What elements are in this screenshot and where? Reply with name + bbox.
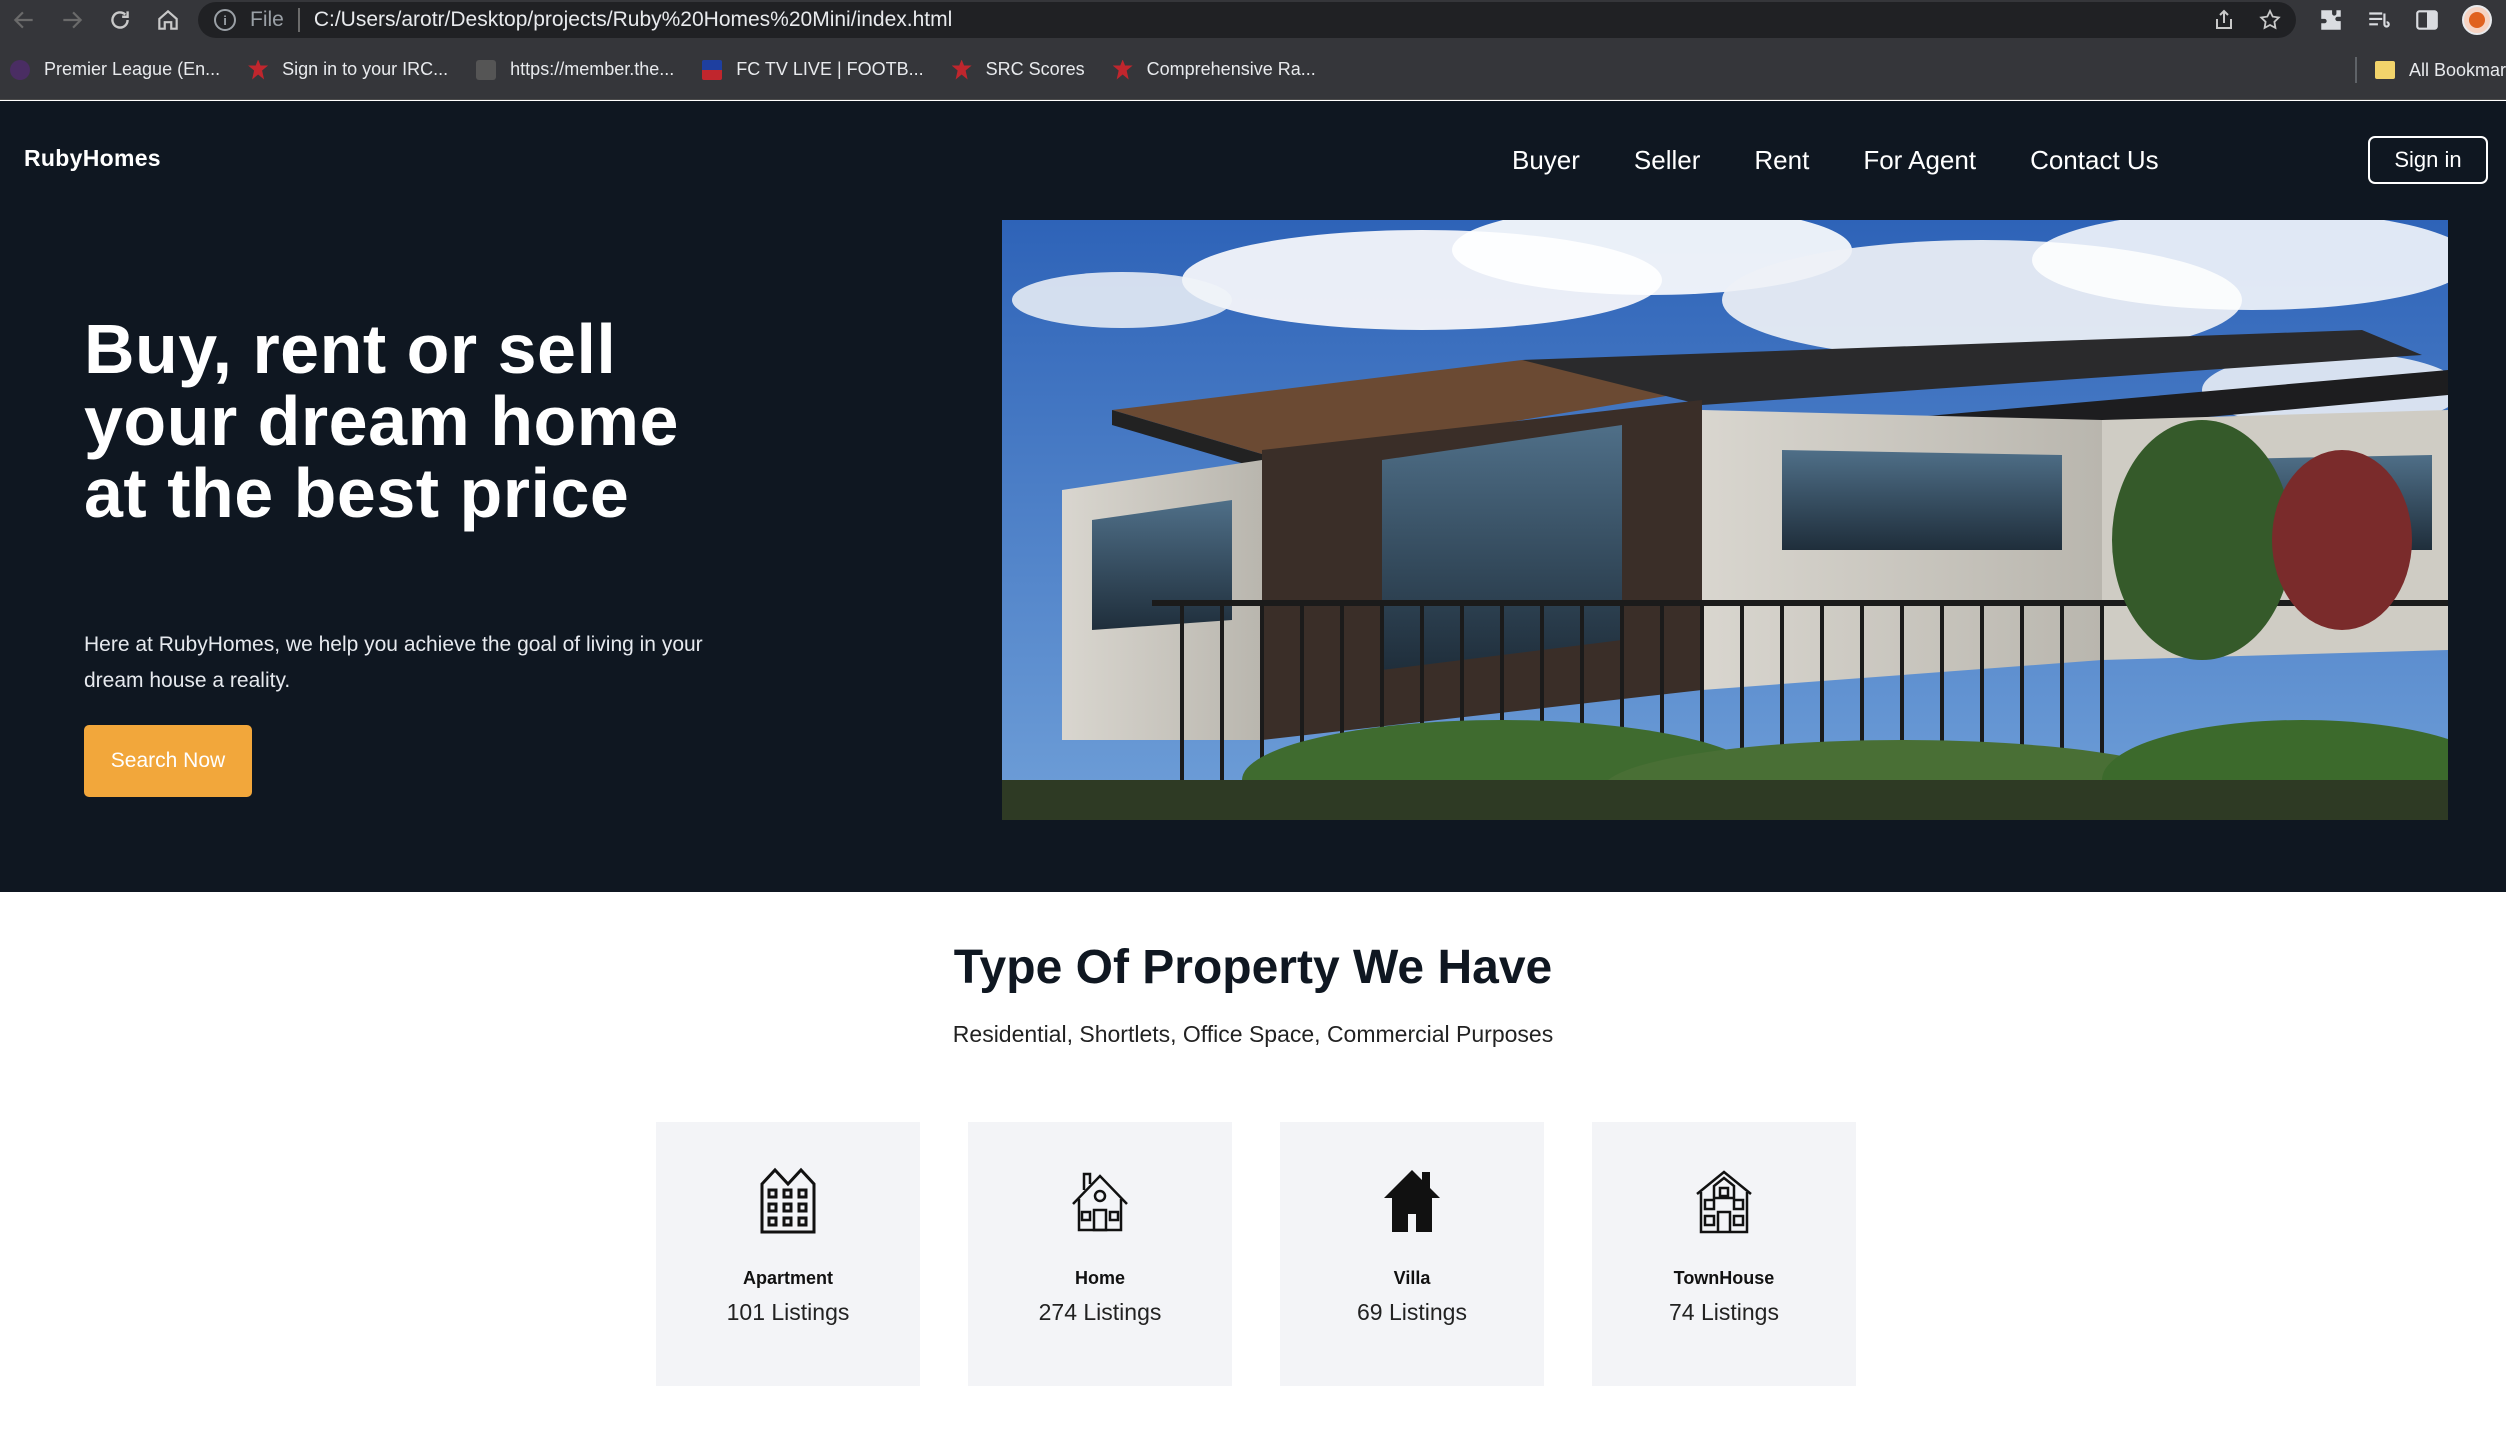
bookmark-item[interactable]: Comprehensive Ra... xyxy=(1112,59,1316,80)
section-title: Type Of Property We Have xyxy=(953,941,1553,994)
property-card-apartment[interactable]: Apartment 101 Listings xyxy=(656,1122,920,1386)
address-scheme-label: File xyxy=(250,8,284,31)
bookmark-label: Sign in to your IRC... xyxy=(282,59,449,79)
maple-leaf-icon xyxy=(248,59,269,80)
home-icon xyxy=(158,9,178,30)
card-listing-count: 274 Listings xyxy=(1038,1299,1162,1325)
side-panel-icon[interactable] xyxy=(2414,7,2440,33)
card-title: Villa xyxy=(1393,1268,1431,1288)
bookmark-label: Comprehensive Ra... xyxy=(1146,59,1316,79)
nav-link-seller[interactable]: Seller xyxy=(1634,145,1700,176)
share-icon[interactable] xyxy=(2212,8,2236,32)
hero-section: RubyHomes Buyer Seller Rent For Agent Co… xyxy=(0,101,2506,892)
section-subtitle: Residential, Shortlets, Office Space, Co… xyxy=(952,1021,1554,1047)
property-card-villa[interactable]: Villa 69 Listings xyxy=(1280,1122,1544,1386)
bookmark-item[interactable]: FC TV LIVE | FOOTB... xyxy=(702,59,924,80)
townhouse-icon xyxy=(1694,1166,1754,1234)
address-actions xyxy=(2212,2,2282,38)
property-card-townhouse[interactable]: TownHouse 74 Listings xyxy=(1592,1122,1856,1386)
sign-in-button[interactable]: Sign in xyxy=(2368,136,2488,184)
arrow-left-icon xyxy=(13,11,33,29)
card-listing-count: 69 Listings xyxy=(1357,1299,1467,1325)
maple-leaf-icon xyxy=(1112,59,1133,80)
folder-icon xyxy=(2374,61,2395,79)
hero-house-image xyxy=(1002,220,2448,820)
profile-avatar[interactable] xyxy=(2462,5,2492,35)
bookmark-label: Premier League (En... xyxy=(44,59,221,79)
bookmark-label: SRC Scores xyxy=(985,59,1085,79)
property-card-home[interactable]: Home 274 Listings xyxy=(968,1122,1232,1386)
address-bar[interactable]: i File C:/Users/arotr/Desktop/projects/R… xyxy=(198,2,2296,38)
extensions-icon[interactable] xyxy=(2318,7,2344,33)
card-listing-count: 74 Listings xyxy=(1669,1299,1779,1325)
bookmark-item[interactable]: SRC Scores xyxy=(951,59,1085,80)
nav-link-contact-us[interactable]: Contact Us xyxy=(2030,145,2159,176)
all-bookmarks-label: All Bookmar xyxy=(2408,59,2506,80)
address-url[interactable]: C:/Users/arotr/Desktop/projects/Ruby%20H… xyxy=(314,8,952,32)
info-icon[interactable]: i xyxy=(214,9,236,31)
reading-list-icon[interactable] xyxy=(2366,7,2392,33)
villa-icon xyxy=(1382,1166,1442,1234)
bookmark-item[interactable]: Sign in to your IRC... xyxy=(248,59,448,80)
site-logo[interactable]: RubyHomes xyxy=(24,145,161,172)
house-photo xyxy=(1002,220,2448,820)
bookmark-label: https://member.the... xyxy=(510,59,675,79)
home-icon xyxy=(1070,1166,1130,1234)
card-title: Home xyxy=(1074,1268,1125,1288)
purple-lion-icon xyxy=(10,59,30,80)
browser-toolbar: i File C:/Users/arotr/Desktop/projects/R… xyxy=(0,0,2506,40)
apartment-icon xyxy=(758,1166,818,1234)
bookmark-item[interactable]: https://member.the... xyxy=(476,59,674,80)
forward-button[interactable] xyxy=(48,0,96,40)
reload-button[interactable] xyxy=(96,0,144,40)
card-listing-count: 101 Listings xyxy=(726,1299,850,1325)
flag-icon xyxy=(702,59,723,80)
search-now-button[interactable]: Search Now xyxy=(84,725,252,797)
card-title: TownHouse xyxy=(1673,1268,1775,1288)
main-nav: Buyer Seller Rent For Agent Contact Us xyxy=(1512,145,2159,176)
maple-leaf-icon xyxy=(951,59,972,80)
hero-title: Buy, rent or sell your dream home at the… xyxy=(84,310,679,532)
reload-icon xyxy=(111,11,129,29)
avatar-image xyxy=(2469,12,2485,28)
all-bookmarks[interactable]: All Bookmar xyxy=(2354,40,2506,100)
home-button[interactable] xyxy=(144,0,192,40)
back-button[interactable] xyxy=(0,0,48,40)
address-separator xyxy=(297,8,300,32)
bookmark-label: FC TV LIVE | FOOTB... xyxy=(736,59,924,79)
page-icon xyxy=(476,59,497,80)
hero-description: Here at RubyHomes, we help you achieve t… xyxy=(84,633,703,692)
property-type-cards: Apartment 101 Listings Home 274 Listings… xyxy=(656,1122,1856,1386)
bookmarks-divider xyxy=(2354,57,2357,83)
nav-link-rent[interactable]: Rent xyxy=(1754,145,1809,176)
nav-link-buyer[interactable]: Buyer xyxy=(1512,145,1580,176)
card-title: Apartment xyxy=(742,1268,833,1288)
nav-link-for-agent[interactable]: For Agent xyxy=(1863,145,1976,176)
arrow-right-icon xyxy=(63,11,83,29)
browser-actions xyxy=(2318,0,2492,40)
bookmarks-bar: Premier League (En... Sign in to your IR… xyxy=(0,40,2506,100)
bookmark-item[interactable]: Premier League (En... xyxy=(10,59,220,80)
bookmark-star-icon[interactable] xyxy=(2258,8,2282,32)
